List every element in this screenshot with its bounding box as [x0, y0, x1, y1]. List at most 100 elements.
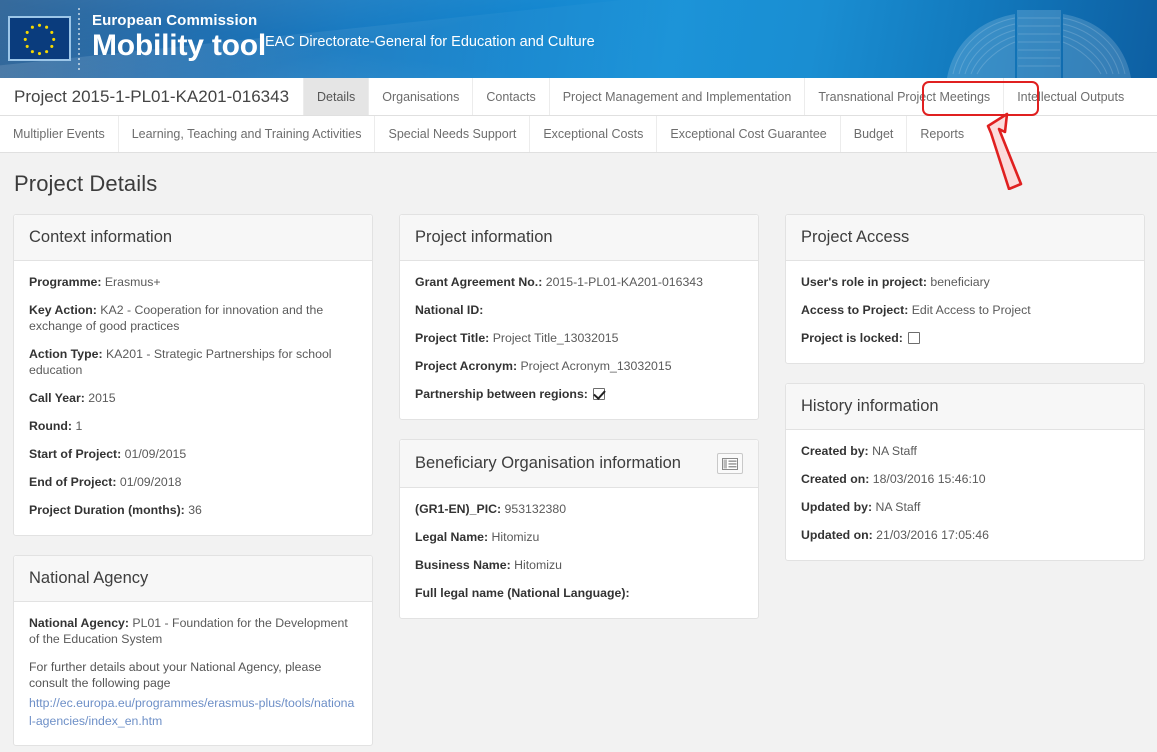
tab-row-primary: Project 2015-1-PL01-KA201-016343 Details…	[0, 78, 1157, 116]
field-label: Project Duration (months):	[29, 503, 185, 517]
field-value: 953132380	[504, 502, 567, 516]
navigation-tabs: Project 2015-1-PL01-KA201-016343 Details…	[0, 78, 1157, 153]
field-project-duration: Project Duration (months): 36	[29, 502, 357, 518]
field-project-acronym: Project Acronym: Project Acronym_1303201…	[415, 358, 743, 374]
field-label: User's role in project:	[801, 275, 927, 289]
panel-body: Grant Agreement No.: 2015-1-PL01-KA201-0…	[400, 261, 758, 419]
panel-project-access: Project Access User's role in project: b…	[785, 214, 1145, 364]
tab-reports[interactable]: Reports	[906, 116, 977, 152]
tab-intellectual-outputs[interactable]: Intellectual Outputs	[1003, 78, 1137, 115]
tab-transnational-project-meetings[interactable]: Transnational Project Meetings	[804, 78, 1003, 115]
field-label: Business Name:	[415, 558, 511, 572]
tab-special-needs-support[interactable]: Special Needs Support	[374, 116, 529, 152]
tab-organisations[interactable]: Organisations	[368, 78, 472, 115]
field-value: Edit Access to Project	[911, 303, 1031, 317]
app-header-banner: European Commission Mobility tool EAC Di…	[0, 0, 1157, 78]
panel-body: User's role in project: beneficiary Acce…	[786, 261, 1144, 363]
field-label: Project is locked:	[801, 331, 903, 345]
field-value: 18/03/2016 15:46:10	[872, 472, 986, 486]
project-id-label: Project 2015-1-PL01-KA201-016343	[14, 86, 290, 106]
national-agency-link[interactable]: http://ec.europa.eu/programmes/erasmus-p…	[29, 696, 354, 728]
tab-learning-teaching-and-training-activities[interactable]: Learning, Teaching and Training Activiti…	[117, 116, 375, 152]
field-value: Hitomizu	[491, 530, 540, 544]
berlaymont-building-graphic	[947, 10, 1131, 78]
field-updated-on: Updated on: 21/03/2016 17:05:46	[801, 527, 1129, 543]
panel-title: Project Access	[801, 228, 910, 246]
field-label: National Agency:	[29, 616, 129, 630]
field-label: Created by:	[801, 444, 869, 458]
partnership-between-regions-checkbox[interactable]	[593, 388, 606, 400]
panel-title: Context information	[29, 228, 173, 246]
page-title: Project Details	[14, 171, 158, 196]
panel-title: National Agency	[29, 569, 149, 587]
field-created-by: Created by: NA Staff	[801, 443, 1129, 459]
field-label: Partnership between regions:	[415, 387, 588, 401]
tab-contacts[interactable]: Contacts	[472, 78, 548, 115]
field-label: (GR1-EN)_PIC:	[415, 502, 502, 516]
brand-block: European Commission Mobility tool	[92, 13, 266, 62]
field-label: Programme:	[29, 275, 102, 289]
field-label: Updated by:	[801, 500, 873, 514]
panel-header: Context information	[14, 215, 372, 261]
panel-body: Created by: NA Staff Created on: 18/03/2…	[786, 430, 1144, 560]
field-action-type: Action Type: KA201 - Strategic Partnersh…	[29, 346, 357, 378]
field-project-title: Project Title: Project Title_13032015	[415, 330, 743, 346]
field-start-of-project: Start of Project: 01/09/2015	[29, 446, 357, 462]
panel-beneficiary-organisation-information: Beneficiary Organisation information (GR…	[399, 439, 759, 619]
panel-history-information: History information Created by: NA Staff…	[785, 383, 1145, 561]
eu-flag-icon	[8, 16, 71, 61]
panel-header: Beneficiary Organisation information	[400, 440, 758, 488]
field-label: Start of Project:	[29, 447, 122, 461]
column-right: Project Access User's role in project: b…	[785, 214, 1145, 746]
panel-body: Programme: Erasmus+ Key Action: KA2 - Co…	[14, 261, 372, 535]
field-label: Call Year:	[29, 391, 85, 405]
field-label: Key Action:	[29, 303, 97, 317]
field-label: Updated on:	[801, 528, 873, 542]
field-key-action: Key Action: KA2 - Cooperation for innova…	[29, 302, 357, 334]
tab-budget[interactable]: Budget	[839, 116, 907, 152]
panel-context-information: Context information Programme: Erasmus+ …	[13, 214, 373, 536]
field-value: 36	[188, 503, 202, 517]
field-value: Erasmus+	[104, 275, 161, 289]
field-project-is-locked: Project is locked:	[801, 330, 1129, 346]
national-agency-note: For further details about your National …	[29, 660, 322, 690]
field-national-id: National ID:	[415, 302, 743, 318]
panel-header: Project Access	[786, 215, 1144, 261]
field-end-of-project: End of Project: 01/09/2018	[29, 474, 357, 490]
tab-exceptional-cost-guarantee[interactable]: Exceptional Cost Guarantee	[656, 116, 839, 152]
panel-national-agency: National Agency National Agency: PL01 - …	[13, 555, 373, 746]
tab-exceptional-costs[interactable]: Exceptional Costs	[529, 116, 656, 152]
field-label: Action Type:	[29, 347, 103, 361]
field-value: Project Acronym_13032015	[520, 359, 672, 373]
brand-subtitle: EAC Directorate-General for Education an…	[265, 34, 595, 50]
tab-details[interactable]: Details	[303, 78, 369, 115]
header-dotted-divider	[78, 8, 80, 70]
field-pic: (GR1-EN)_PIC: 953132380	[415, 501, 743, 517]
tab-multiplier-events[interactable]: Multiplier Events	[0, 116, 118, 152]
list-glyph	[722, 457, 738, 470]
panel-title: Project information	[415, 228, 553, 246]
panel-project-information: Project information Grant Agreement No.:…	[399, 214, 759, 420]
field-access-to-project: Access to Project: Edit Access to Projec…	[801, 302, 1129, 318]
field-created-on: Created on: 18/03/2016 15:46:10	[801, 471, 1129, 487]
field-label: Full legal name (National Language):	[415, 586, 630, 600]
field-value: 01/09/2015	[124, 447, 187, 461]
column-middle: Project information Grant Agreement No.:…	[399, 214, 759, 746]
list-details-icon[interactable]	[717, 453, 743, 474]
field-label: National ID:	[415, 303, 484, 317]
panel-header: Project information	[400, 215, 758, 261]
project-is-locked-checkbox[interactable]	[908, 332, 921, 344]
field-label: Created on:	[801, 472, 870, 486]
panel-header: National Agency	[14, 556, 372, 602]
tab-project-management-and-implementation[interactable]: Project Management and Implementation	[548, 78, 805, 115]
field-partnership-between-regions: Partnership between regions:	[415, 386, 743, 402]
field-national-agency: National Agency: PL01 - Foundation for t…	[29, 615, 357, 647]
field-business-name: Business Name: Hitomizu	[415, 557, 743, 573]
field-value: 01/09/2018	[119, 475, 182, 489]
field-label: Grant Agreement No.:	[415, 275, 543, 289]
page-content: Project Details Context information Prog…	[0, 153, 1157, 752]
field-value: NA Staff	[875, 500, 921, 514]
field-round: Round: 1	[29, 418, 357, 434]
field-programme: Programme: Erasmus+	[29, 274, 357, 290]
field-full-legal-name-national-language: Full legal name (National Language):	[415, 585, 743, 601]
